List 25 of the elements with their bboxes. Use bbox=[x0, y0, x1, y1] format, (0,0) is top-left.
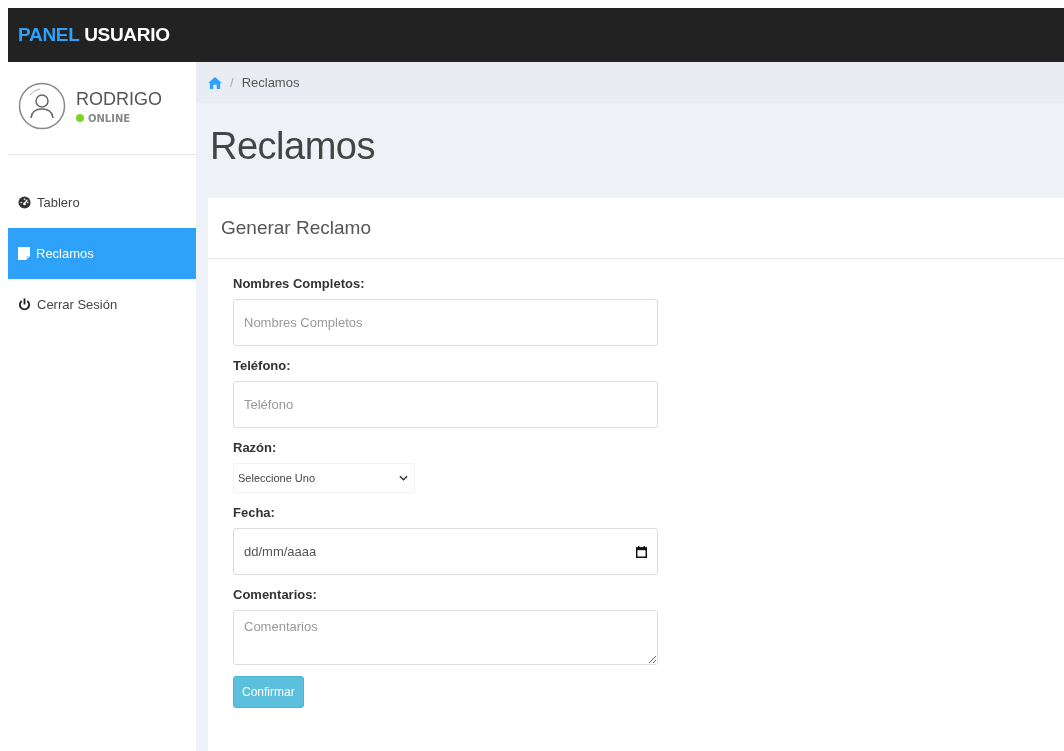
user-name: RODRIGO bbox=[76, 88, 162, 110]
field-label: Razón: bbox=[233, 440, 278, 455]
sidebar-item[interactable]: Cerrar Sesión bbox=[8, 279, 196, 330]
calendar-icon[interactable] bbox=[636, 545, 647, 558]
input-field[interactable]: Nombres Completos bbox=[233, 299, 658, 346]
field-label: Fecha: bbox=[233, 505, 276, 520]
field-label: Nombres Completos: bbox=[233, 276, 366, 291]
brand-logo[interactable]: PANEL USUARIO bbox=[18, 24, 170, 46]
comment-field[interactable]: Comentarios bbox=[233, 610, 658, 665]
date-field[interactable]: dd/mm/aaaa bbox=[233, 528, 658, 575]
sidebar-item[interactable]: Tablero bbox=[8, 177, 196, 228]
breadcrumb-separator: / bbox=[230, 75, 234, 90]
field-label: Teléfono: bbox=[233, 358, 292, 373]
status-text: ONLINE bbox=[88, 112, 131, 124]
input-field[interactable]: Teléfono bbox=[233, 381, 658, 428]
note-icon bbox=[18, 247, 30, 260]
chevron-down-icon bbox=[399, 475, 408, 481]
power-icon bbox=[18, 298, 31, 311]
field-label: Comentarios: bbox=[233, 587, 318, 602]
dropdown[interactable]: Seleccione Uno bbox=[233, 463, 415, 493]
speedometer-icon bbox=[18, 196, 31, 209]
breadcrumb-item[interactable]: Reclamos bbox=[241, 75, 300, 90]
user-avatar-icon bbox=[18, 82, 66, 130]
page-title: Reclamos bbox=[210, 125, 376, 169]
card-title: Generar Reclamo bbox=[221, 217, 371, 239]
